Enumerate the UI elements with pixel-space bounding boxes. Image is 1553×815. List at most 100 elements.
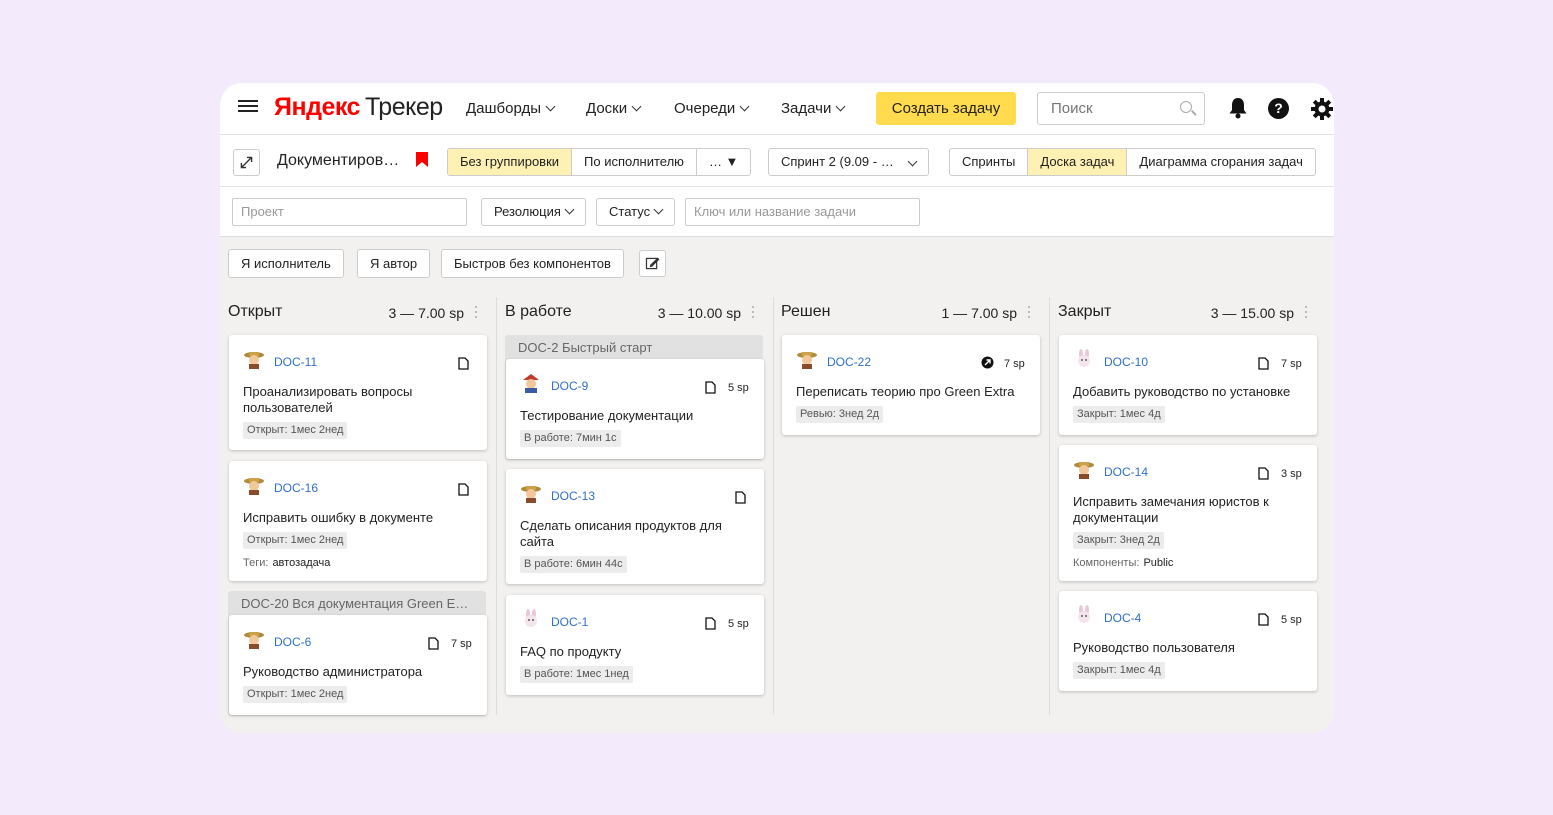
task-key[interactable]: DOC-14 — [1104, 465, 1148, 479]
task-card-doc-6[interactable]: DOC-6 7 sp Руководство администратора От… — [229, 615, 487, 715]
menu-icon[interactable] — [238, 97, 258, 117]
column-header-resolved: Решен 1 — 7.00 sp — [781, 303, 1039, 325]
task-key[interactable]: DOC-13 — [551, 489, 595, 503]
resolution-dropdown[interactable]: Резолюция — [481, 198, 586, 226]
logo[interactable]: Яндекс Трекер — [274, 93, 443, 122]
column-menu-icon[interactable] — [475, 306, 478, 320]
grouping-assignee[interactable]: По исполнителю — [572, 149, 697, 175]
column-divider — [496, 297, 497, 715]
bookmark-icon[interactable] — [416, 152, 428, 167]
task-title: Проанализировать вопросы пользователей — [243, 384, 413, 415]
column-stats: 3 — 7.00 sp — [388, 305, 465, 321]
tags-value[interactable]: автозадача — [272, 557, 330, 569]
search-icon[interactable] — [1180, 101, 1192, 113]
task-key[interactable]: DOC-6 — [274, 635, 311, 649]
nav-dashboards[interactable]: Дашборды — [466, 100, 556, 117]
project-field[interactable]: Проект — [232, 198, 467, 226]
components-value[interactable]: Public — [1143, 557, 1173, 569]
document-icon — [458, 483, 469, 496]
column-stats: 3 — 15.00 sp — [1210, 305, 1294, 321]
task-card-doc-1[interactable]: DOC-1 5 sp FAQ по продукту В работе: 1ме… — [506, 595, 764, 695]
task-key[interactable]: DOC-4 — [1104, 611, 1141, 625]
task-title: Тестирование документации — [520, 408, 694, 423]
view-burndown[interactable]: Диаграмма сгорания задач — [1127, 149, 1314, 175]
gear-icon[interactable] — [1310, 97, 1334, 121]
nav-boards[interactable]: Доски — [586, 100, 642, 117]
tracker-app: Яндекс Трекер Дашборды Доски Очереди Зада… — [220, 83, 1334, 733]
document-icon — [1258, 357, 1269, 370]
task-card-doc-9[interactable]: DOC-9 5 sp Тестирование документации В р… — [506, 359, 764, 459]
expand-icon[interactable] — [233, 149, 260, 176]
help-icon[interactable]: ? — [1268, 98, 1289, 119]
create-task-button[interactable]: Создать задачу — [876, 92, 1016, 125]
nav-queues[interactable]: Очереди — [674, 100, 750, 117]
task-title: Переписать теорию про Green Extra — [796, 384, 1015, 399]
bell-icon[interactable] — [1228, 97, 1248, 119]
story-points: 7 sp — [451, 638, 472, 650]
story-points: 7 sp — [1004, 358, 1025, 370]
grouping-more[interactable]: … ▼ — [697, 149, 750, 175]
task-key[interactable]: DOC-16 — [274, 481, 318, 495]
status-dropdown[interactable]: Статус — [596, 198, 676, 226]
document-icon — [1258, 467, 1269, 480]
nav-label: Дашборды — [466, 100, 541, 117]
task-key[interactable]: DOC-10 — [1104, 355, 1148, 369]
nav-label: Доски — [586, 100, 628, 117]
task-title: FAQ по продукту — [520, 644, 622, 659]
nav-label: Задачи — [781, 100, 832, 117]
quick-filter-no-components[interactable]: Быстров без компонентов — [441, 249, 624, 278]
column-title: В работе — [505, 303, 572, 320]
column-menu-icon[interactable] — [1028, 306, 1031, 320]
story-points: 3 sp — [1281, 468, 1302, 480]
task-card-doc-16[interactable]: DOC-16 Исправить ошибку в документе Откр… — [229, 461, 487, 581]
grouping-none[interactable]: Без группировки — [448, 149, 573, 175]
view-task-board[interactable]: Доска задач — [1028, 149, 1128, 175]
nav-label: Очереди — [674, 100, 736, 117]
key-search-field[interactable]: Ключ или название задачи — [685, 198, 920, 226]
nav-tasks[interactable]: Задачи — [781, 100, 846, 117]
chevron-down-icon — [545, 101, 556, 112]
avatar-icon — [244, 478, 264, 495]
status-badge: Открыт: 1мес 2нед — [243, 422, 348, 439]
column-menu-icon[interactable] — [1305, 306, 1308, 320]
grouping-switch: Без группировки По исполнителю … ▼ — [447, 148, 752, 176]
group-title[interactable]: DOC-2 Быстрый старт — [518, 340, 652, 355]
document-icon — [428, 637, 439, 650]
story-points: 7 sp — [1281, 358, 1302, 370]
quick-filter-author[interactable]: Я автор — [357, 249, 431, 278]
quick-filter-assignee[interactable]: Я исполнитель — [228, 249, 344, 278]
task-card-doc-14[interactable]: DOC-14 3 sp Исправить замечания юристов … — [1059, 445, 1317, 581]
status-badge: В работе: 6мин 44с — [520, 556, 627, 573]
sprint-label: Спринт 2 (9.09 - … — [781, 154, 894, 169]
task-key[interactable]: DOC-1 — [551, 615, 588, 629]
task-card-doc-22[interactable]: DOC-22 7 sp Переписать теорию про Green … — [782, 335, 1040, 435]
column-title: Закрыт — [1058, 303, 1112, 320]
dropdown-label: Статус — [609, 204, 651, 219]
logo-product: Трекер — [364, 93, 443, 121]
group-title[interactable]: DOC-20 Вся документация Green E… — [241, 596, 468, 611]
avatar-icon — [1074, 462, 1094, 479]
task-components: Компоненты: Public — [1073, 557, 1173, 569]
task-card-doc-11[interactable]: DOC-11 Проанализировать вопросы пользова… — [229, 335, 487, 450]
task-card-doc-13[interactable]: DOC-13 Сделать описания продуктов для са… — [506, 469, 764, 584]
column-menu-icon[interactable] — [752, 306, 755, 320]
task-title: Добавить руководство по установке — [1073, 384, 1291, 399]
status-badge: Закрыт: 1мес 4д — [1073, 662, 1165, 679]
task-key[interactable]: DOC-11 — [274, 355, 317, 369]
status-badge: Ревью: 3нед 2д — [796, 406, 883, 423]
board-title[interactable]: Документиров… — [277, 152, 399, 170]
avatar-icon — [525, 609, 537, 627]
tags-label: Теги: — [243, 557, 269, 569]
task-card-doc-4[interactable]: DOC-4 5 sp Руководство пользователя Закр… — [1059, 591, 1317, 691]
chevron-down-icon — [564, 204, 575, 215]
sprint-select[interactable]: Спринт 2 (9.09 - … — [768, 148, 929, 176]
task-key[interactable]: DOC-22 — [827, 355, 871, 369]
story-points: 5 sp — [728, 382, 749, 394]
column-title: Открыт — [228, 303, 283, 320]
edit-filters-icon[interactable] — [639, 250, 666, 277]
document-icon — [705, 381, 716, 394]
task-key[interactable]: DOC-9 — [551, 379, 588, 393]
avatar-icon — [1078, 349, 1090, 367]
task-card-doc-10[interactable]: DOC-10 7 sp Добавить руководство по уста… — [1059, 335, 1317, 435]
view-sprints[interactable]: Спринты — [950, 149, 1029, 175]
